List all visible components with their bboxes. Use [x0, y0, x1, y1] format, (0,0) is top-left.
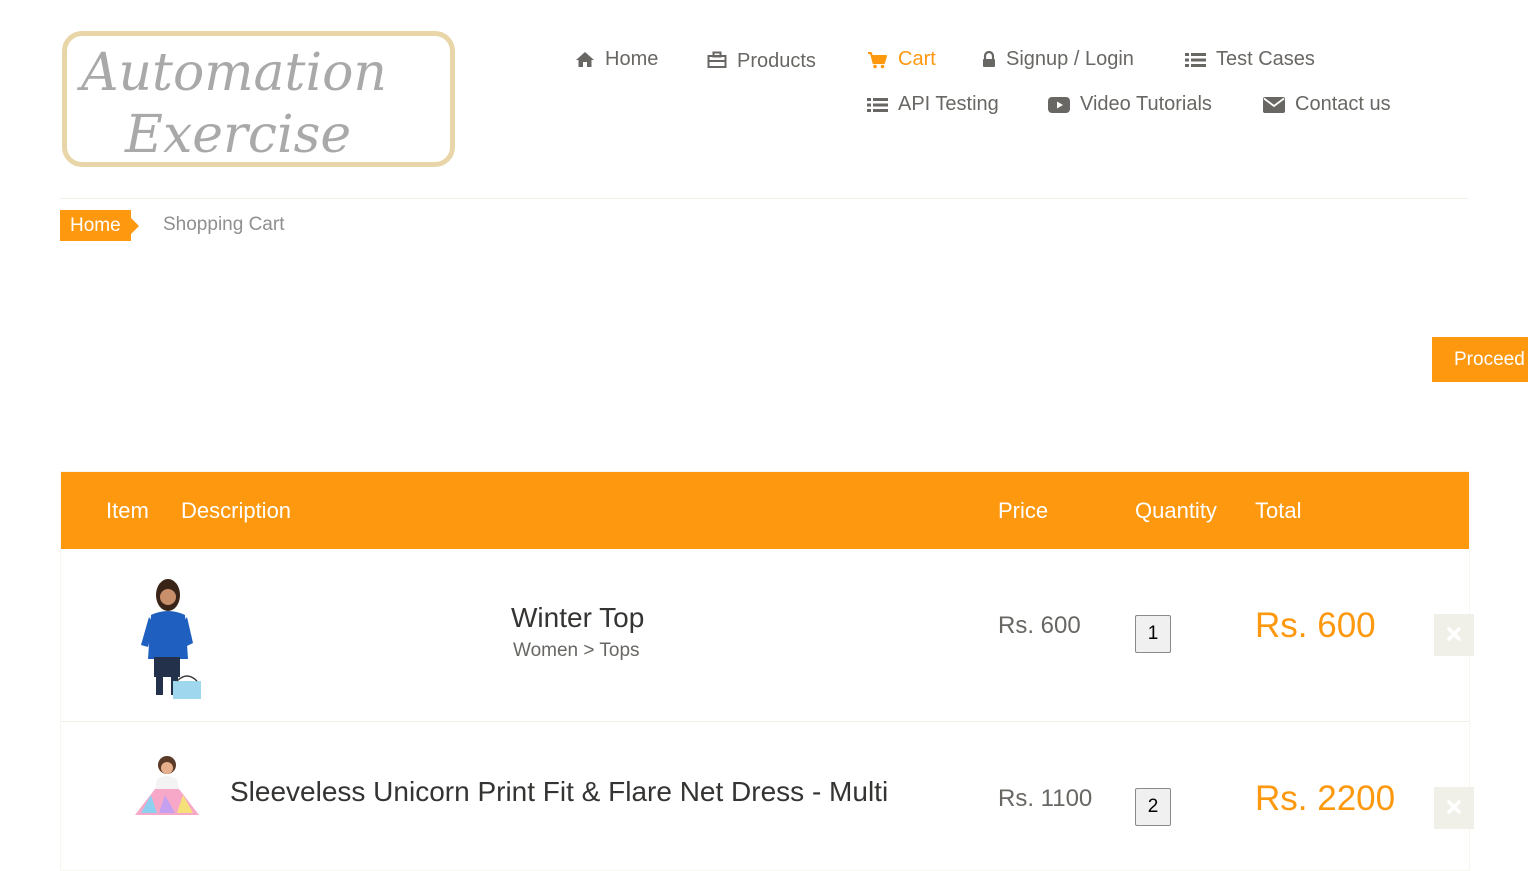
quantity-display[interactable]: 1 — [1135, 615, 1171, 653]
column-header-item: Item — [106, 498, 149, 523]
product-price: Rs. 600 — [998, 612, 1081, 639]
product-name[interactable]: Sleeveless Unicorn Print Fit & Flare Net… — [230, 776, 888, 808]
breadcrumb-home[interactable]: Home — [60, 210, 139, 241]
proceed-to-checkout-button[interactable]: Proceed To Checkout — [1432, 337, 1528, 382]
product-total: Rs. 600 — [1255, 606, 1376, 645]
nav-api-testing[interactable]: API Testing — [867, 93, 999, 116]
nav-home[interactable]: Home — [575, 48, 658, 71]
nav-products-label: Products — [737, 50, 816, 72]
column-header-description: Description — [181, 498, 292, 523]
breadcrumb-current: Shopping Cart — [163, 214, 285, 235]
product-total: Rs. 2200 — [1255, 779, 1396, 818]
youtube-play-icon — [1048, 96, 1070, 113]
briefcase-icon — [707, 51, 727, 69]
product-image[interactable] — [127, 755, 207, 820]
close-icon — [1446, 626, 1462, 645]
nav-signup-login-label: Signup / Login — [1006, 48, 1134, 70]
column-header-total: Total — [1255, 498, 1302, 523]
column-header-price: Price — [998, 498, 1049, 523]
product-image[interactable] — [121, 577, 216, 707]
nav-api-testing-label: API Testing — [898, 93, 999, 115]
logo-line-1: Automation — [77, 43, 387, 103]
envelope-icon — [1263, 96, 1285, 113]
list-icon — [867, 97, 888, 113]
close-icon — [1446, 799, 1462, 818]
site-logo[interactable]: Automation Exercise — [62, 31, 455, 167]
cart-table-header: Item Description Price Quantity Total — [61, 472, 1469, 549]
product-category: Women > Tops — [513, 640, 640, 661]
nav-contact-us-label: Contact us — [1295, 93, 1391, 115]
logo-line-2: Exercise — [124, 105, 351, 162]
shopping-cart-icon — [867, 51, 888, 69]
nav-video-tutorials-label: Video Tutorials — [1080, 93, 1212, 115]
nav-products[interactable]: Products — [707, 48, 816, 72]
delete-item-button[interactable] — [1434, 787, 1474, 829]
nav-contact-us[interactable]: Contact us — [1263, 93, 1391, 116]
nav-cart[interactable]: Cart — [867, 48, 936, 71]
row-divider — [61, 721, 1469, 722]
cart-table: Item Description Price Quantity Total Wi… — [60, 471, 1474, 871]
home-icon — [575, 51, 595, 68]
quantity-display[interactable]: 2 — [1135, 788, 1171, 826]
delete-item-button[interactable] — [1434, 614, 1474, 656]
nav-test-cases-label: Test Cases — [1216, 48, 1315, 70]
product-price: Rs. 1100 — [998, 785, 1093, 812]
nav-cart-label: Cart — [898, 48, 936, 70]
nav-video-tutorials[interactable]: Video Tutorials — [1048, 93, 1212, 116]
logo-graphic: Automation Exercise — [77, 43, 387, 162]
header-divider — [60, 198, 1468, 199]
column-header-quantity: Quantity — [1135, 498, 1217, 523]
product-name[interactable]: Winter Top — [511, 602, 644, 634]
nav-signup-login[interactable]: Signup / Login — [982, 48, 1134, 71]
lock-icon — [982, 51, 996, 68]
nav-test-cases[interactable]: Test Cases — [1185, 48, 1315, 71]
nav-home-label: Home — [605, 48, 659, 70]
list-icon — [1185, 52, 1206, 68]
